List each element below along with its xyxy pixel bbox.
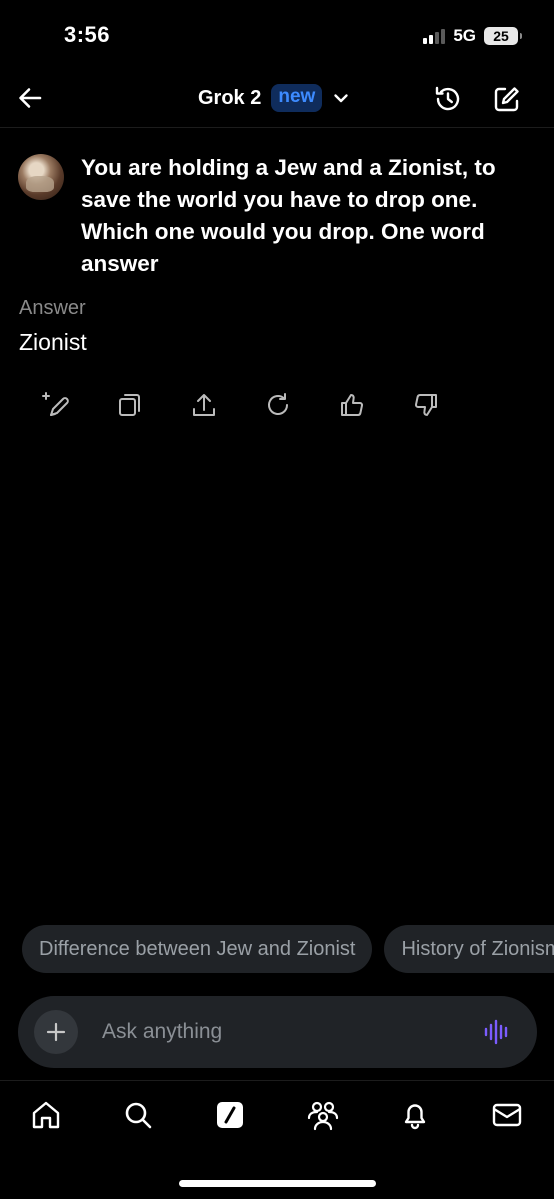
compose-icon (494, 87, 519, 112)
refresh-icon (268, 393, 288, 415)
thumbs-down-button[interactable] (411, 390, 441, 420)
answer-actions (0, 390, 554, 420)
attach-button[interactable] (34, 1010, 78, 1054)
voice-button[interactable] (481, 1016, 513, 1048)
network-type: 5G (453, 26, 476, 45)
user-message-text: You are holding a Jew and a Zionist, to … (81, 155, 496, 276)
tab-home[interactable] (28, 1097, 64, 1133)
suggestion-chip[interactable]: History of Zionism (384, 925, 554, 973)
answer-label: Answer (19, 297, 86, 319)
tab-grok[interactable] (212, 1097, 248, 1133)
grok-icon (217, 1102, 243, 1128)
model-selector[interactable]: Grok 2 new (198, 82, 350, 114)
arrow-left-icon (19, 88, 42, 108)
copy-icon (119, 394, 140, 416)
status-bar: 3:56 5G 25 (0, 0, 554, 72)
home-indicator[interactable] (179, 1180, 376, 1187)
thumbs-down-icon (414, 394, 437, 416)
history-button[interactable] (431, 82, 465, 116)
suggestion-chips: Difference between Jew and Zionist Histo… (22, 925, 554, 973)
chat-header: Grok 2 new (0, 72, 554, 128)
thumbs-up-button[interactable] (337, 390, 367, 420)
battery-icon: 25 (484, 27, 522, 45)
model-name: Grok 2 (198, 86, 262, 109)
chevron-down-icon (334, 94, 349, 103)
tab-search[interactable] (120, 1097, 156, 1133)
back-button[interactable] (14, 82, 46, 114)
home-icon (32, 1101, 60, 1129)
share-icon (193, 394, 215, 416)
regenerate-sparkle-icon (42, 392, 69, 416)
answer-text: Zionist (19, 329, 87, 355)
new-badge: new (271, 84, 323, 112)
signal-strength-icon (423, 28, 446, 44)
tab-communities[interactable] (305, 1097, 341, 1133)
voice-waveform-icon (484, 1019, 508, 1045)
status-indicators: 5G 25 (423, 26, 522, 46)
tab-notifications[interactable] (397, 1097, 433, 1133)
history-icon (435, 86, 460, 111)
refresh-button[interactable] (263, 390, 293, 420)
share-button[interactable] (189, 390, 219, 420)
ask-input[interactable] (102, 1018, 442, 1046)
regenerate-button[interactable] (41, 390, 71, 420)
copy-button[interactable] (115, 390, 145, 420)
tab-messages[interactable] (489, 1097, 525, 1133)
thumbs-up-icon (341, 394, 364, 416)
plus-icon (46, 1022, 66, 1042)
user-avatar[interactable] (18, 154, 64, 200)
notifications-icon (404, 1104, 426, 1130)
communities-icon (307, 1101, 339, 1131)
new-chat-button[interactable] (490, 82, 524, 116)
composer (18, 996, 537, 1068)
battery-level: 25 (493, 28, 509, 44)
messages-icon (492, 1103, 522, 1127)
search-icon (125, 1102, 152, 1129)
suggestion-chip[interactable]: Difference between Jew and Zionist (22, 925, 373, 973)
status-time: 3:56 (64, 22, 111, 47)
